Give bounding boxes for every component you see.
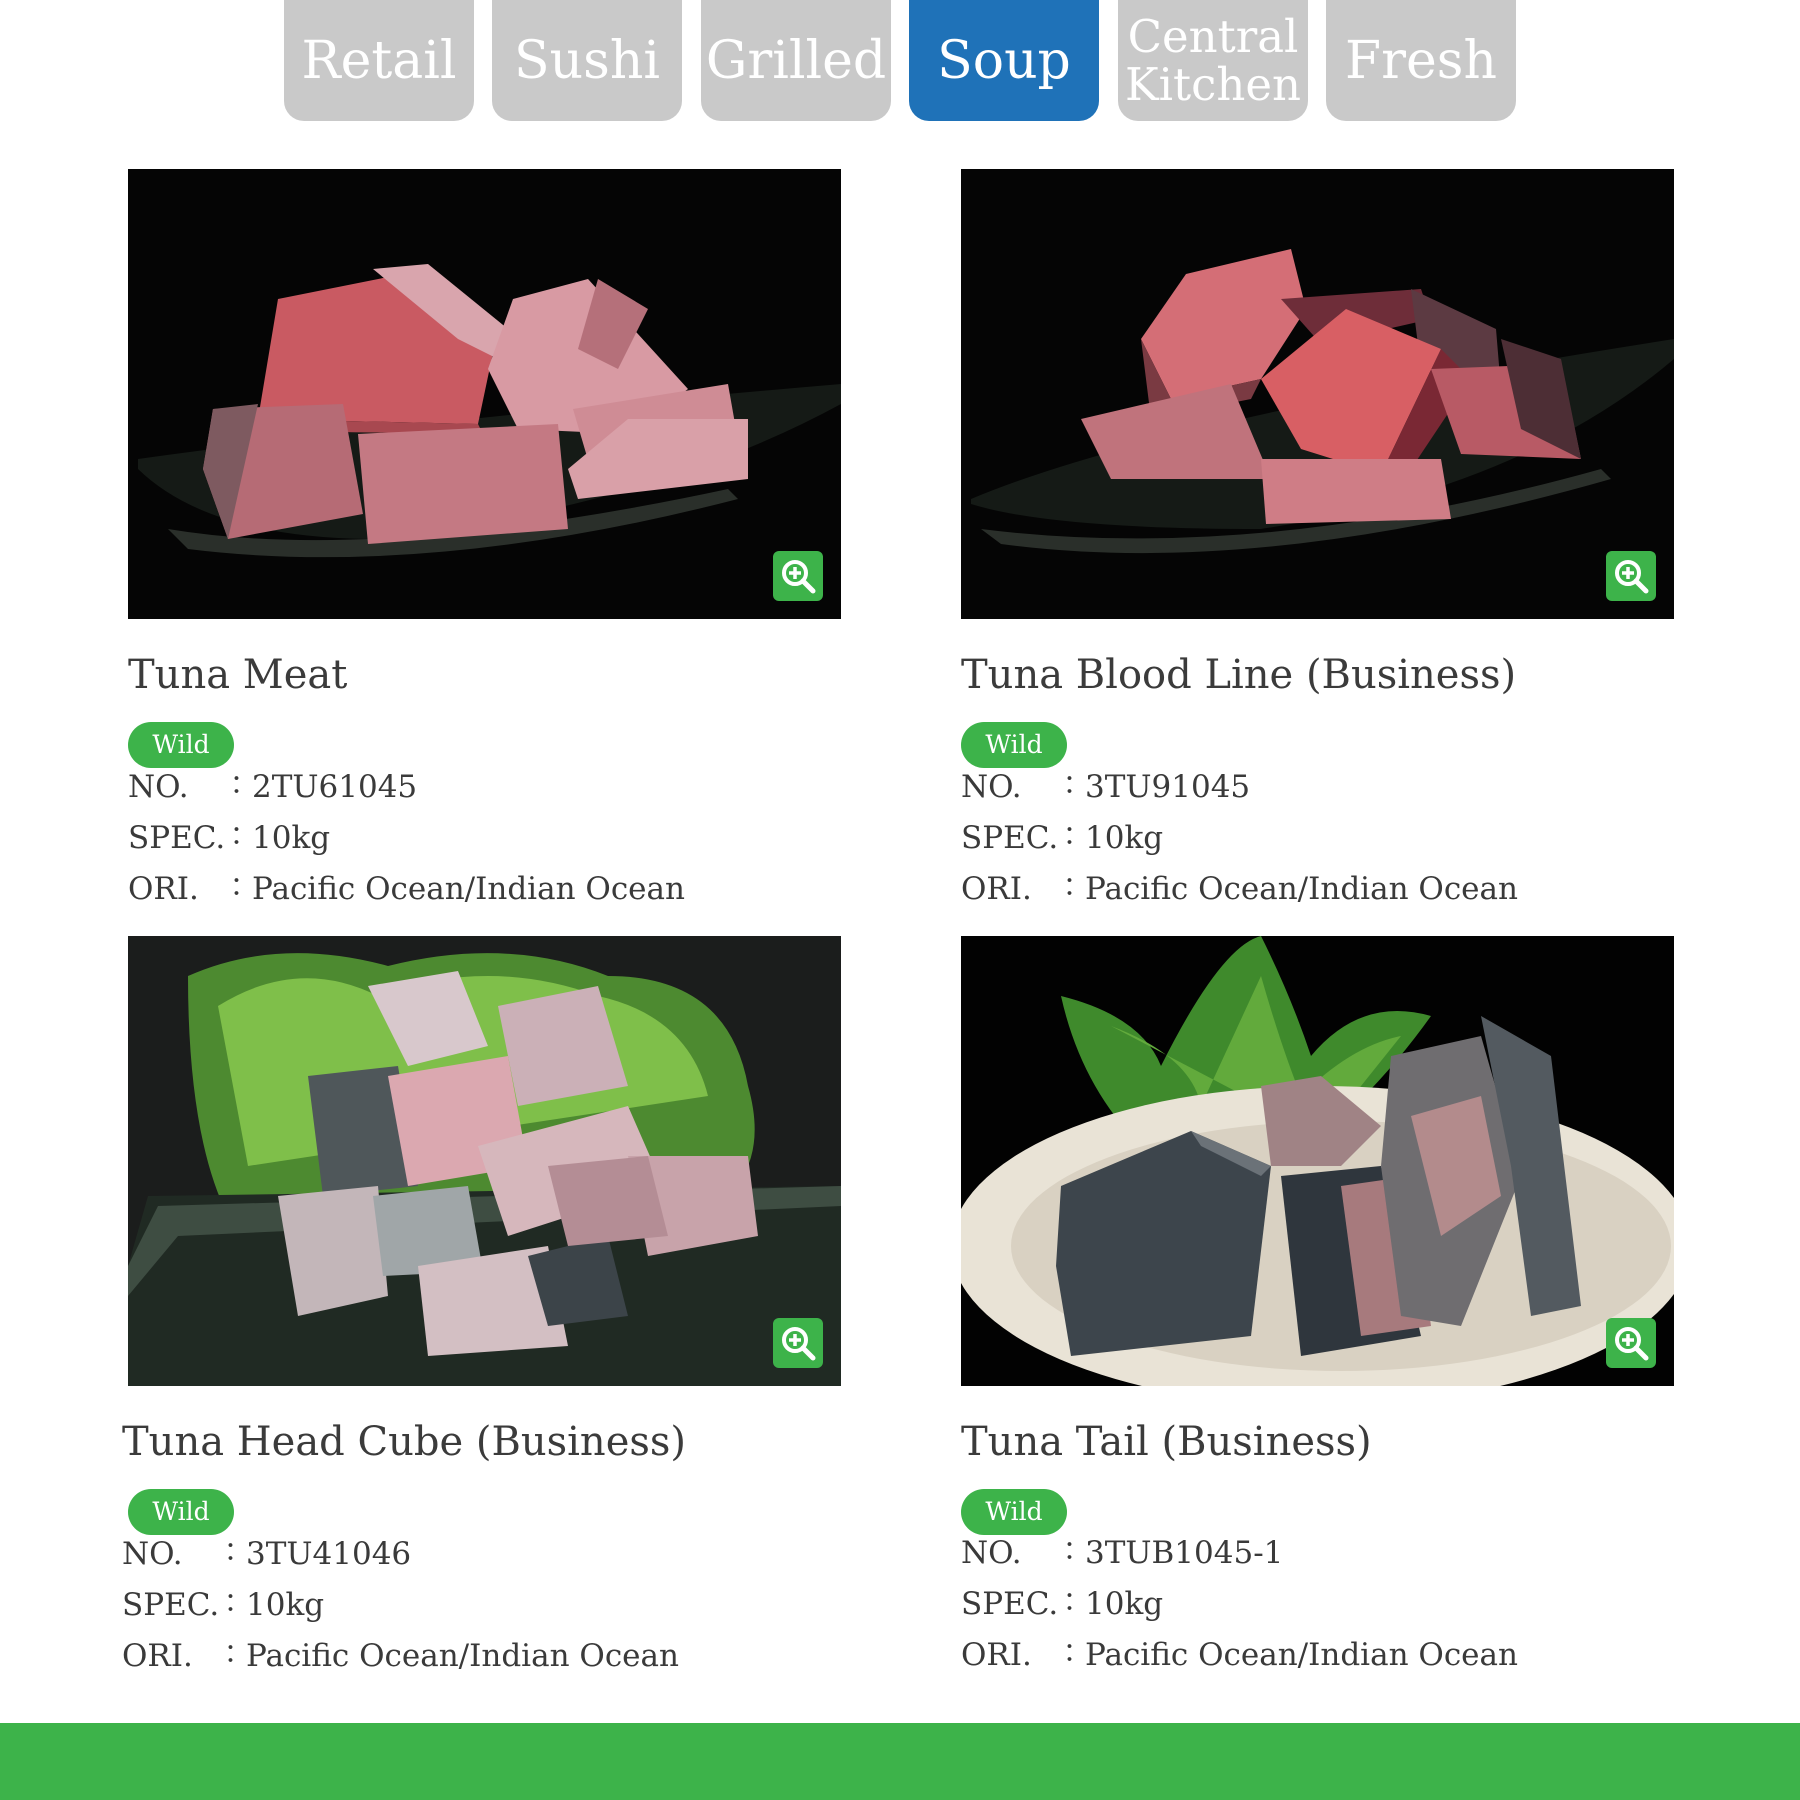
product-photo[interactable] bbox=[128, 169, 841, 619]
number-label: NO. bbox=[122, 1536, 183, 1572]
spec-label: SPEC. bbox=[961, 820, 1059, 856]
number-value: 3TU41046 bbox=[246, 1536, 412, 1572]
number-label: NO. bbox=[961, 769, 1022, 805]
tab-label: Retail bbox=[301, 30, 457, 91]
zoom-in-icon bbox=[1615, 560, 1649, 594]
product-photo[interactable] bbox=[961, 936, 1674, 1386]
origin-value: Pacific Ocean/Indian Ocean bbox=[1085, 1637, 1518, 1673]
number-label: NO. bbox=[128, 769, 189, 805]
tab-soup[interactable]: Soup bbox=[909, 0, 1099, 121]
tab-label: Grilled bbox=[705, 30, 887, 91]
spec-value: 10kg bbox=[1085, 820, 1164, 856]
origin-label: ORI. bbox=[961, 871, 1032, 907]
wild-badge: Wild bbox=[961, 722, 1067, 768]
tuna-head-cube-image bbox=[128, 936, 841, 1386]
wild-badge: Wild bbox=[961, 1489, 1067, 1535]
zoom-button[interactable] bbox=[773, 551, 823, 601]
tab-grilled[interactable]: Grilled bbox=[701, 0, 891, 121]
number-value: 3TU91045 bbox=[1085, 769, 1251, 805]
product-name[interactable]: Tuna Tail (Business) bbox=[961, 1419, 1372, 1465]
product-photo[interactable] bbox=[128, 936, 841, 1386]
tab-fresh[interactable]: Fresh bbox=[1326, 0, 1516, 121]
zoom-button[interactable] bbox=[1606, 551, 1656, 601]
number-value: 3TUB1045-1 bbox=[1085, 1535, 1284, 1571]
product-photo[interactable] bbox=[961, 169, 1674, 619]
origin-label: ORI. bbox=[122, 1638, 193, 1674]
tab-sushi[interactable]: Sushi bbox=[492, 0, 682, 121]
product-name[interactable]: Tuna Head Cube (Business) bbox=[122, 1419, 686, 1465]
tab-label: Fresh bbox=[1345, 30, 1497, 91]
zoom-in-icon bbox=[782, 560, 816, 594]
tab-retail[interactable]: Retail bbox=[284, 0, 474, 121]
product-name[interactable]: Tuna Blood Line (Business) bbox=[961, 652, 1516, 698]
wild-badge: Wild bbox=[128, 722, 234, 768]
spec-value: 10kg bbox=[252, 820, 331, 856]
tab-label: Sushi bbox=[514, 30, 660, 91]
spec-label: SPEC. bbox=[961, 1586, 1059, 1622]
origin-value: Pacific Ocean/Indian Ocean bbox=[1085, 871, 1518, 907]
product-card: Tuna Tail (Business) Wild NO. ： 3TUB1045… bbox=[961, 936, 1674, 1673]
product-card: Tuna Head Cube (Business) Wild NO. ： 3TU… bbox=[122, 936, 841, 1674]
tab-label: Soup bbox=[937, 30, 1071, 91]
tuna-tail-image bbox=[961, 936, 1674, 1386]
number-label: NO. bbox=[961, 1535, 1022, 1571]
spec-label: SPEC. bbox=[128, 820, 226, 856]
product-card: Tuna Blood Line (Business) Wild NO. ： 3T… bbox=[961, 169, 1674, 907]
zoom-button[interactable] bbox=[1606, 1318, 1656, 1368]
number-value: 2TU61045 bbox=[252, 769, 418, 805]
zoom-button[interactable] bbox=[773, 1318, 823, 1368]
tab-central-kitchen[interactable]: Central Kitchen bbox=[1118, 0, 1308, 121]
origin-label: ORI. bbox=[961, 1637, 1032, 1673]
product-name[interactable]: Tuna Meat bbox=[128, 652, 347, 698]
origin-label: ORI. bbox=[128, 871, 199, 907]
origin-value: Pacific Ocean/Indian Ocean bbox=[252, 871, 685, 907]
product-card: Tuna Meat Wild NO. ： 2TU61045 SPEC. ： 10… bbox=[128, 169, 841, 907]
footer-bar bbox=[0, 1723, 1800, 1800]
tuna-blood-line-image bbox=[961, 169, 1674, 619]
spec-label: SPEC. bbox=[122, 1587, 220, 1623]
zoom-in-icon bbox=[782, 1327, 816, 1361]
origin-value: Pacific Ocean/Indian Ocean bbox=[246, 1638, 679, 1674]
tuna-meat-image bbox=[128, 169, 841, 619]
spec-value: 10kg bbox=[246, 1587, 325, 1623]
tab-label: Central Kitchen bbox=[1125, 9, 1301, 111]
spec-value: 10kg bbox=[1085, 1586, 1164, 1622]
wild-badge: Wild bbox=[128, 1489, 234, 1535]
zoom-in-icon bbox=[1615, 1327, 1649, 1361]
